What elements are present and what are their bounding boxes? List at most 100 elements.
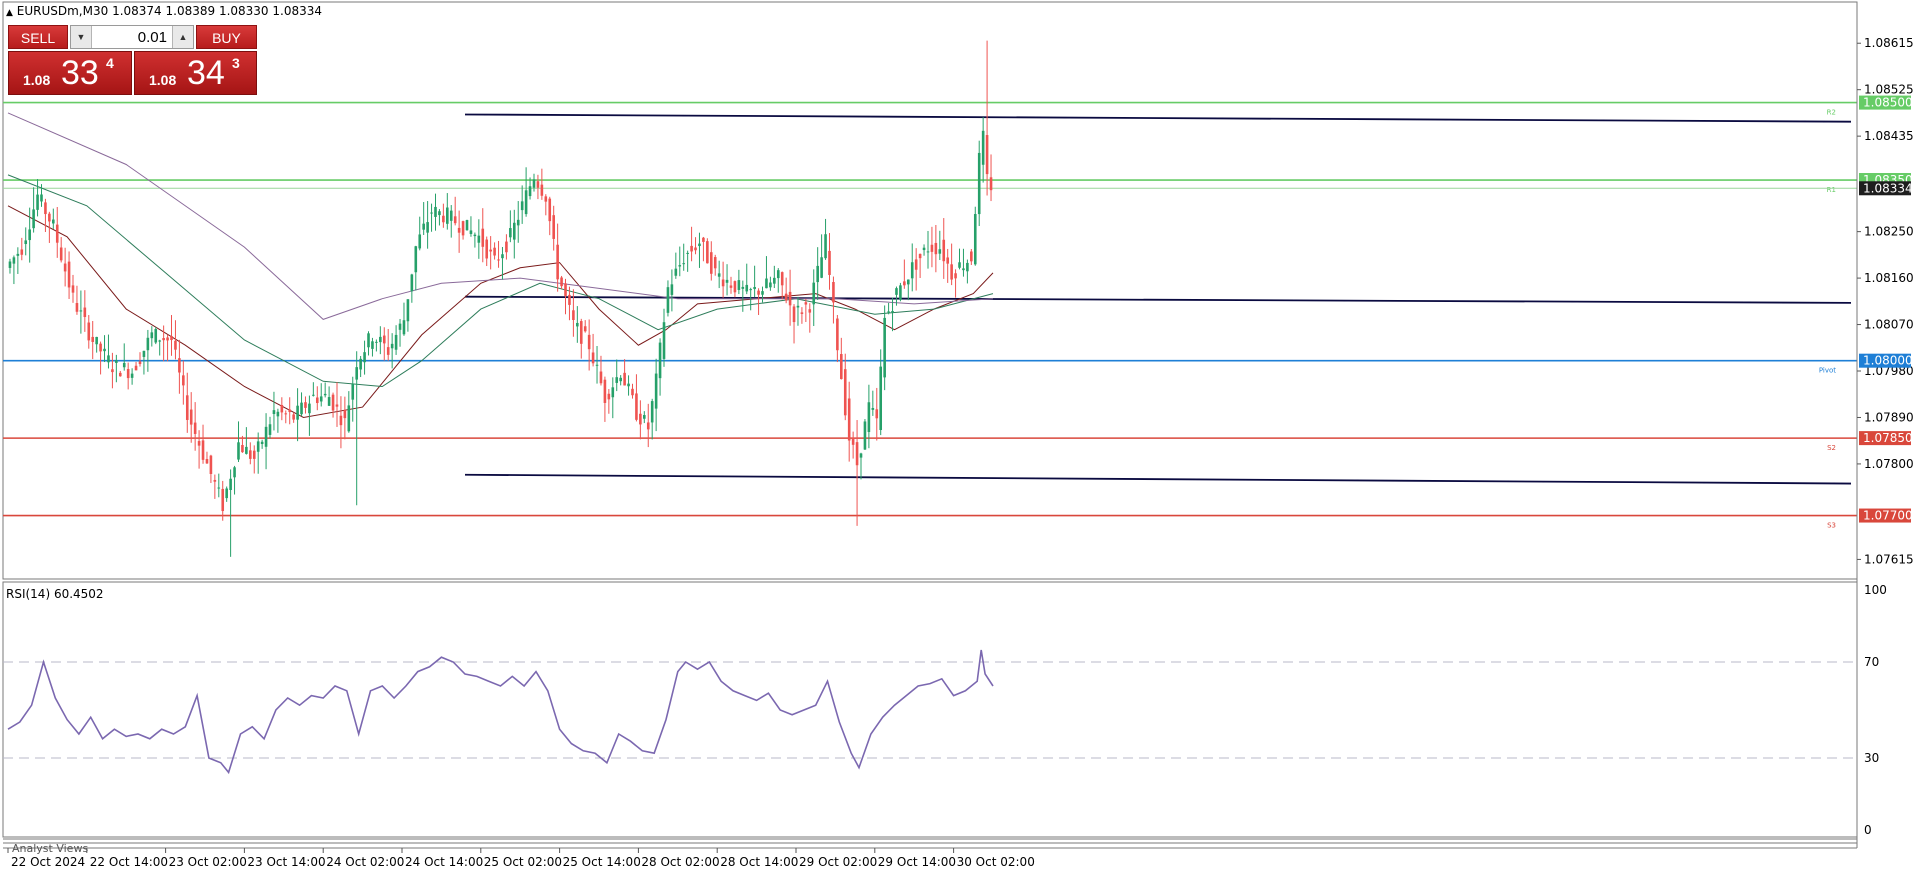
candle-body: [820, 257, 823, 278]
channel-line-lower: [464, 473, 1852, 485]
candle-body: [619, 377, 622, 382]
candle-body: [312, 394, 315, 396]
lot-size-input[interactable]: [93, 26, 171, 48]
sell-price-button[interactable]: 1.08 33 4: [8, 51, 132, 95]
candle-body: [816, 265, 819, 283]
candle-body: [769, 282, 772, 288]
candle-body: [182, 375, 185, 386]
candle-body: [351, 383, 355, 400]
candle-body: [528, 186, 532, 197]
price-tick-label: 1.07615: [1864, 552, 1914, 566]
buy-price-button[interactable]: 1.08 34 3: [134, 51, 257, 95]
candle-body: [434, 206, 437, 217]
candle-body: [209, 455, 213, 474]
candle-body: [319, 396, 323, 402]
candle-body: [122, 362, 126, 368]
lot-increase-icon[interactable]: ▲: [172, 26, 193, 48]
candle-body: [792, 306, 796, 323]
candle-body: [512, 222, 516, 240]
candle-body: [505, 241, 508, 253]
candle-body: [784, 293, 788, 301]
candle-body: [95, 336, 98, 345]
candle-body: [733, 281, 737, 293]
candle-body: [958, 262, 961, 268]
candle-body: [678, 265, 682, 267]
candle-body: [883, 317, 886, 378]
level-price-tag: 1.07850: [1863, 431, 1913, 445]
buy-price-main: 34: [187, 54, 225, 92]
candle-body: [24, 240, 28, 245]
candle-body: [304, 402, 307, 408]
levels-layer: R2 R1 Pivot S2 S3: [3, 101, 1857, 530]
candle-body: [28, 229, 31, 241]
candle-body: [910, 262, 914, 279]
lot-decrease-icon[interactable]: ▼: [71, 26, 92, 48]
channel-line-upper: [464, 113, 1852, 123]
buy-button[interactable]: BUY: [196, 25, 257, 49]
candle-body: [808, 309, 812, 313]
sell-button[interactable]: SELL: [8, 25, 68, 49]
symbol-header: ▲ EURUSDm,M30 1.08374 1.08389 1.08330 1.…: [6, 4, 322, 18]
candle-body: [780, 272, 784, 286]
candle-body: [977, 152, 981, 215]
time-tick-label: 29 Oct 14:00: [878, 855, 956, 869]
candle-body: [229, 478, 232, 491]
candle-body: [130, 373, 134, 378]
candle-body: [52, 219, 55, 224]
candle-body: [379, 336, 382, 343]
candle-body: [509, 228, 512, 238]
candle-body: [438, 211, 441, 216]
price-tick-label: 1.08160: [1864, 271, 1914, 285]
candle-body: [851, 437, 855, 445]
candle-body: [55, 224, 59, 243]
candle-body: [587, 334, 591, 350]
candle-body: [103, 348, 106, 352]
candle-body: [390, 343, 394, 349]
candle-body: [197, 441, 201, 446]
time-tick-label: 28 Oct 02:00: [641, 855, 719, 869]
candle-body: [709, 252, 713, 274]
candle-body: [473, 234, 477, 237]
candle-body: [394, 334, 398, 350]
candle-body: [804, 302, 808, 305]
candle-body: [32, 209, 35, 229]
candle-body: [44, 202, 47, 215]
candle-body: [359, 358, 362, 370]
main-chart-frame: [2, 1, 1858, 580]
collapse-arrow-icon[interactable]: ▲: [6, 8, 13, 18]
candle-body: [548, 198, 552, 222]
candle-body: [595, 364, 599, 366]
candle-body: [249, 450, 252, 459]
candle-body: [926, 251, 930, 253]
rsi-tick-label: 30: [1864, 751, 1879, 765]
candle-body: [824, 234, 827, 259]
price-chart[interactable]: R2R1PivotS2S3 1.086151.085251.084351.082…: [0, 0, 1916, 874]
candle-body: [840, 354, 843, 380]
price-tick-label: 1.07890: [1864, 410, 1914, 424]
candle-body: [300, 402, 303, 415]
candle-body: [761, 291, 764, 295]
candle-body: [832, 282, 835, 303]
candle-body: [446, 207, 449, 224]
candle-body: [639, 413, 642, 425]
candle-body: [721, 279, 725, 287]
candle-body: [615, 377, 619, 383]
level-tag-s2: S2: [1827, 444, 1836, 452]
candle-body: [497, 259, 500, 261]
candle-body: [954, 273, 957, 279]
candle-body: [193, 422, 197, 434]
candle-body: [516, 219, 520, 226]
candle-body: [552, 215, 555, 239]
candle-body: [87, 322, 91, 341]
candle-body: [201, 440, 205, 460]
buy-price-prefix: 1.08: [149, 72, 177, 88]
candle-body: [757, 290, 760, 295]
candle-body: [111, 369, 114, 373]
candle-body: [461, 221, 465, 236]
time-tick-label: 25 Oct 14:00: [563, 855, 641, 869]
candle-body: [245, 446, 248, 454]
candle-body: [40, 194, 43, 202]
candle-body: [406, 299, 410, 322]
candle-body: [544, 196, 548, 202]
candle-body: [398, 323, 402, 330]
